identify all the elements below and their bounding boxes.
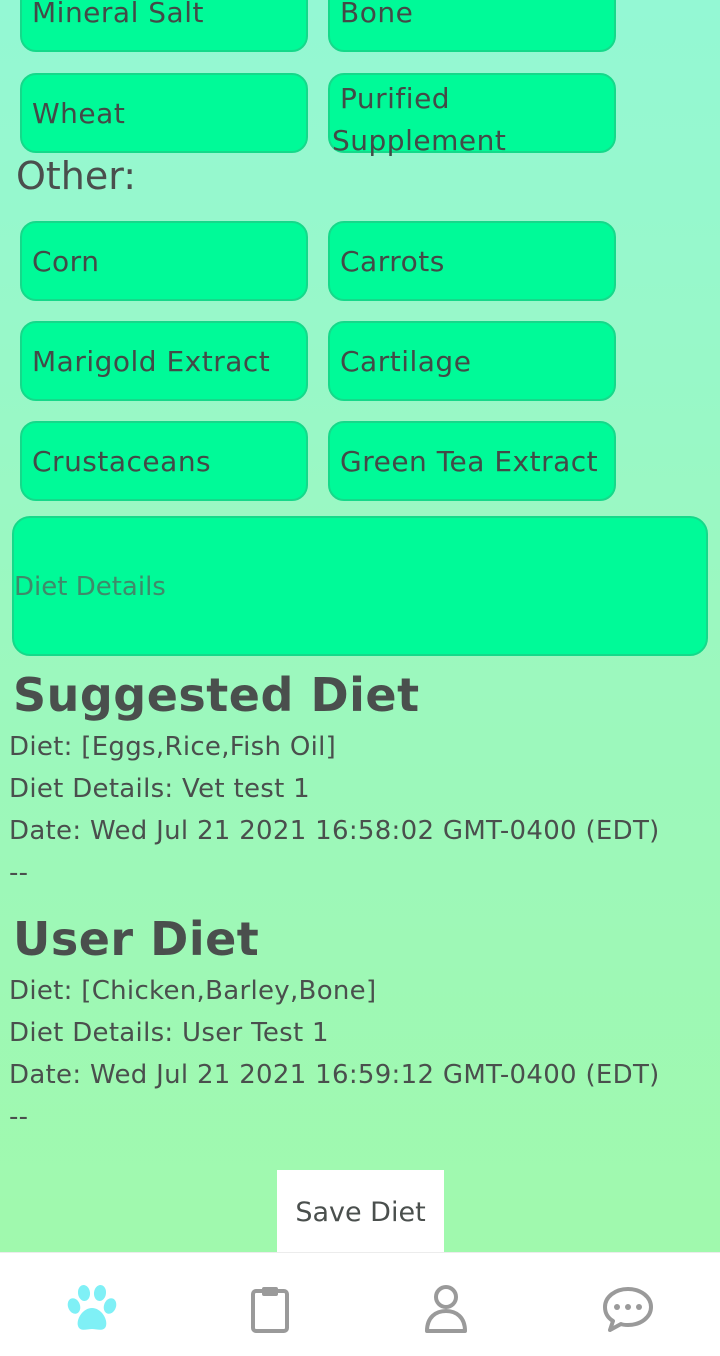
suggested-diet-separator: -- xyxy=(9,858,29,888)
tab-profile[interactable] xyxy=(416,1281,476,1337)
ingredient-purified-supplement[interactable]: Purified Supplement xyxy=(328,73,616,157)
chip-label: Bone xyxy=(340,0,414,29)
ingredient-carrots[interactable]: Carrots xyxy=(328,221,616,301)
bottom-tab-bar xyxy=(0,1252,720,1356)
other-section-label: Other: xyxy=(16,154,137,198)
chip-label-line2: Supplement xyxy=(332,124,507,157)
ingredient-cartilage[interactable]: Cartilage xyxy=(328,321,616,401)
chip-label: Corn xyxy=(32,244,100,278)
tab-records[interactable] xyxy=(240,1281,300,1337)
tab-pets[interactable] xyxy=(62,1281,122,1337)
user-diet-heading: User Diet xyxy=(13,912,260,966)
save-diet-button[interactable]: Save Diet xyxy=(277,1170,444,1254)
tab-messages[interactable] xyxy=(598,1281,658,1337)
chip-label: Cartilage xyxy=(340,344,472,378)
user-diet-date: Date: Wed Jul 21 2021 16:59:12 GMT-0400 … xyxy=(9,1060,660,1090)
diet-details-placeholder: Diet Details xyxy=(14,572,166,602)
paw-icon xyxy=(67,1285,117,1330)
ingredient-crustaceans[interactable]: Crustaceans xyxy=(20,421,308,501)
chip-label-line1: Purified xyxy=(340,82,451,115)
user-diet-separator: -- xyxy=(9,1102,29,1132)
user-diet-items: Diet: [Chicken,Barley,Bone] xyxy=(9,976,377,1006)
suggested-diet-date: Date: Wed Jul 21 2021 16:58:02 GMT-0400 … xyxy=(9,816,660,846)
chip-label: Wheat xyxy=(32,96,126,130)
chip-label: Carrots xyxy=(340,244,445,278)
ingredient-bone[interactable]: Bone xyxy=(328,0,616,52)
ingredient-corn[interactable]: Corn xyxy=(20,221,308,301)
user-diet-details: Diet Details: User Test 1 xyxy=(9,1018,329,1048)
ingredient-green-tea-extract[interactable]: Green Tea Extract xyxy=(328,421,616,501)
diet-details-input[interactable]: Diet Details xyxy=(12,516,708,656)
chip-label: Green Tea Extract xyxy=(340,444,599,478)
ingredient-marigold-extract[interactable]: Marigold Extract xyxy=(20,321,308,401)
ingredient-mineral-salt[interactable]: Mineral Salt xyxy=(20,0,308,52)
profile-icon xyxy=(425,1285,467,1333)
suggested-diet-details: Diet Details: Vet test 1 xyxy=(9,774,311,804)
chip-label: Crustaceans xyxy=(32,444,212,478)
chip-label: Mineral Salt xyxy=(32,0,204,29)
chat-icon xyxy=(603,1287,653,1332)
suggested-diet-heading: Suggested Diet xyxy=(13,668,420,722)
clipboard-icon xyxy=(251,1287,289,1333)
suggested-diet-items: Diet: [Eggs,Rice,Fish Oil] xyxy=(9,732,337,762)
ingredient-wheat[interactable]: Wheat xyxy=(20,73,308,153)
chip-label: Marigold Extract xyxy=(32,344,271,378)
